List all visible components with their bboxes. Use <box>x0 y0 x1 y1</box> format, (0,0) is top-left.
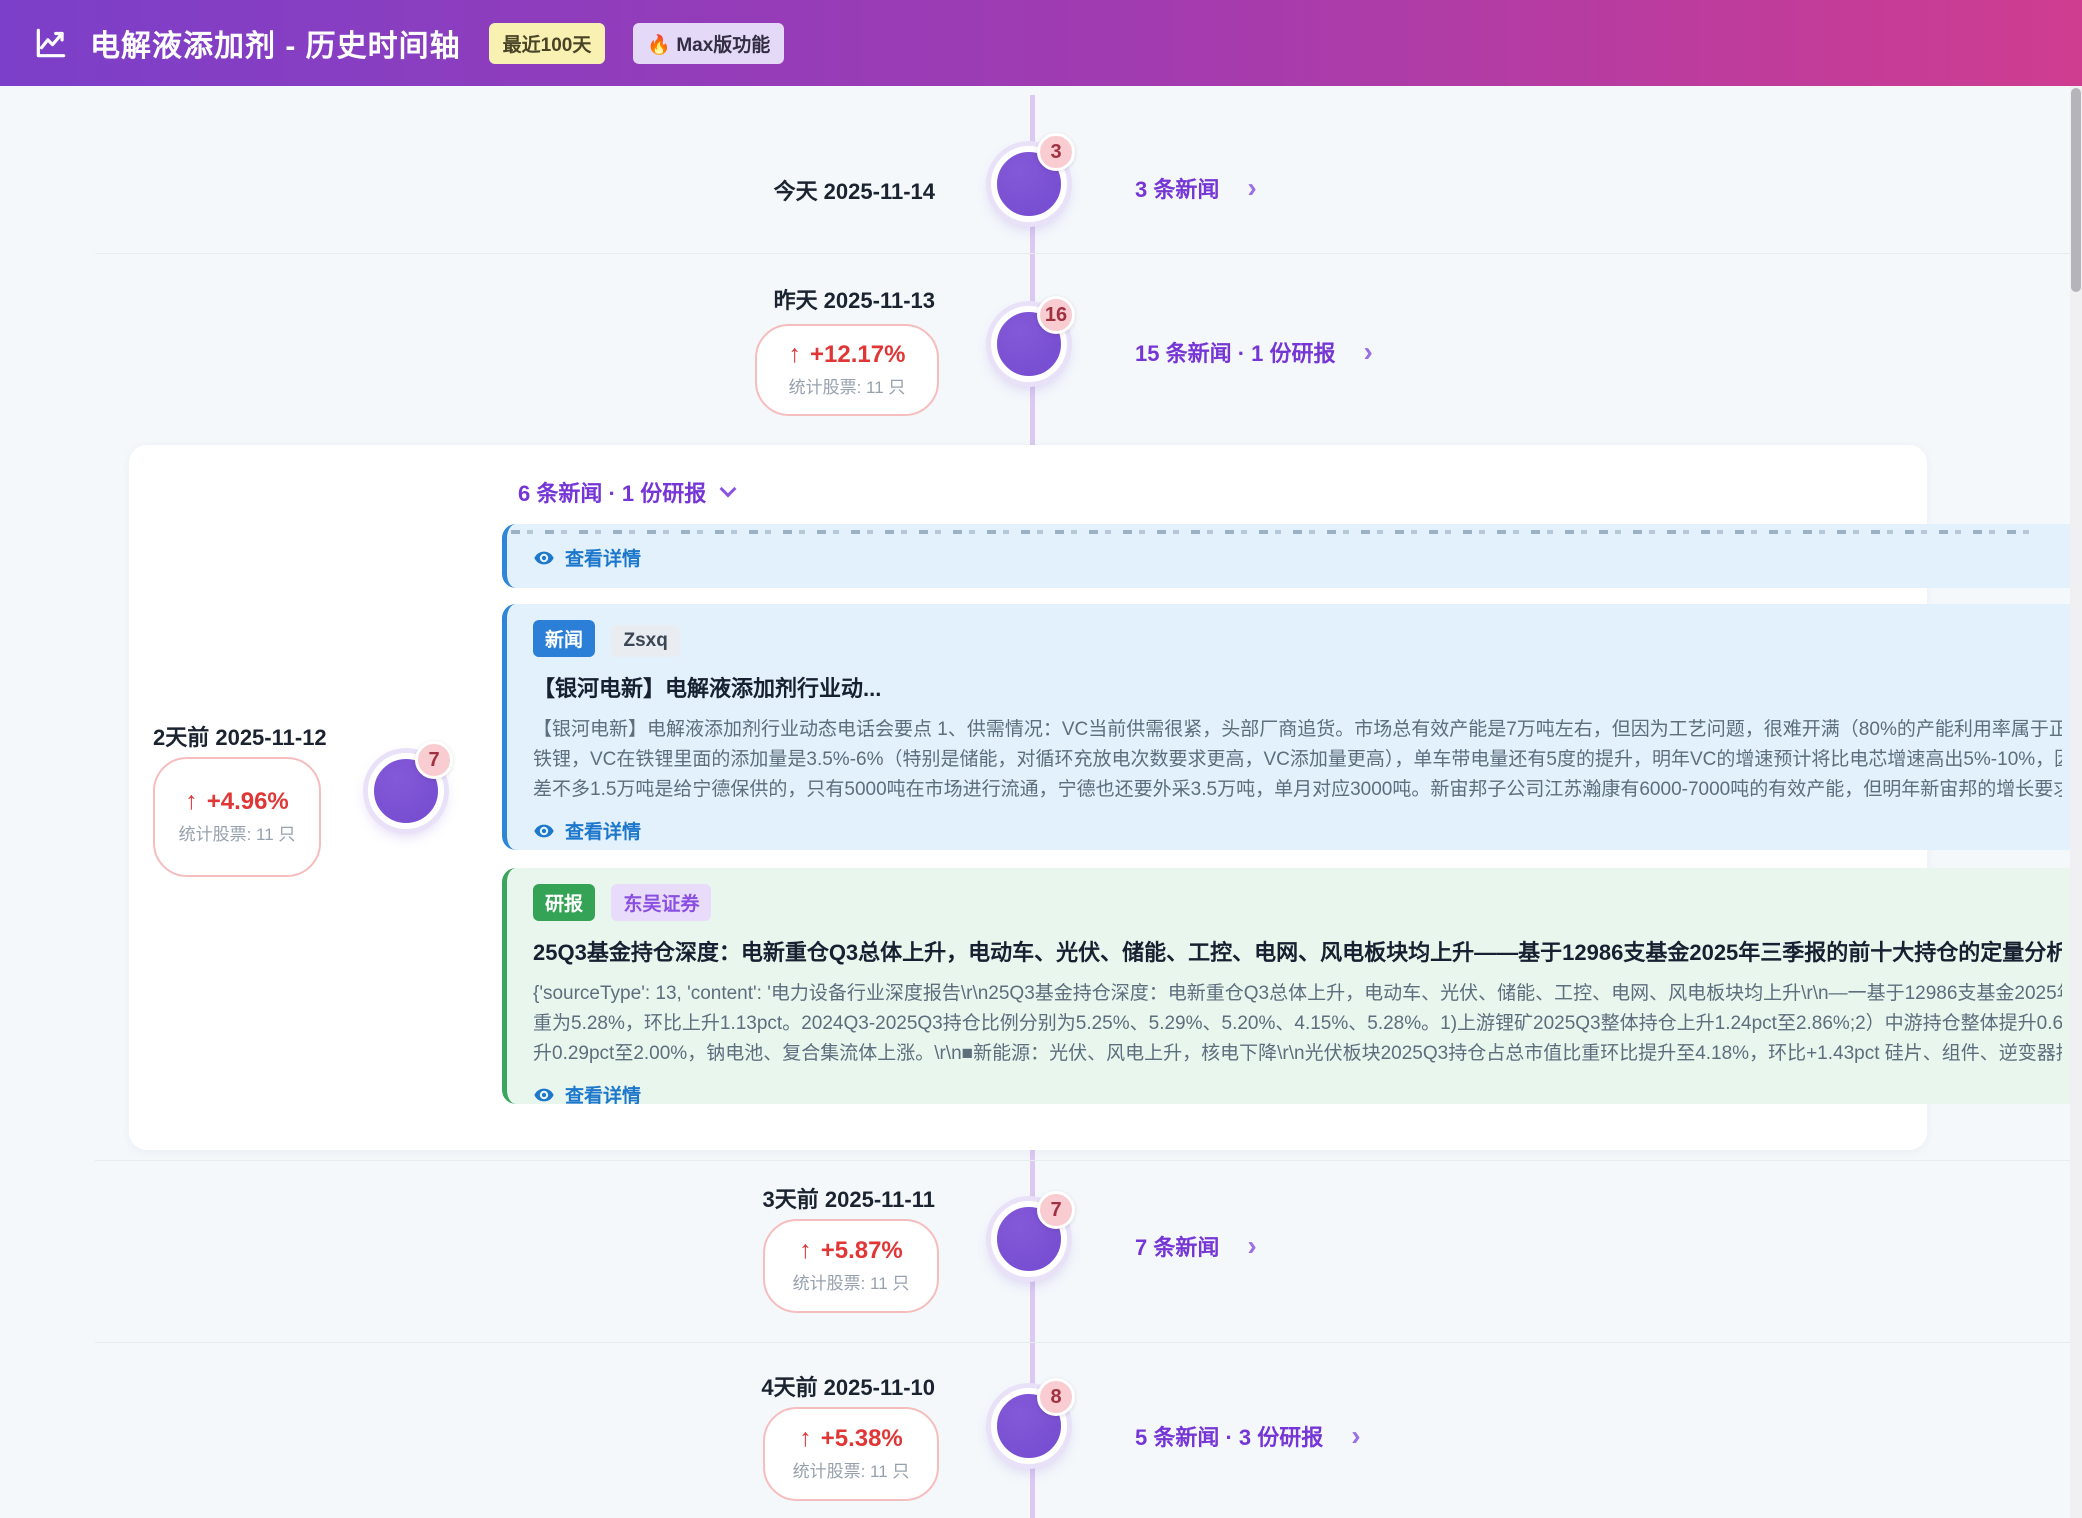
up-arrow-icon: ↑ <box>789 340 802 368</box>
card-tags: 新闻 Zsxq <box>533 620 2062 657</box>
count-badge: 3 <box>1037 133 1075 171</box>
source-badge: Zsxq <box>611 625 679 657</box>
trend-chart-icon <box>30 22 72 64</box>
expanded-summary-toggle[interactable]: 6 条新闻 · 1 份研报 <box>518 476 734 508</box>
broker-badge: 东吴证券 <box>611 884 711 921</box>
eye-icon <box>533 547 555 569</box>
view-details-link[interactable]: 查看详情 <box>533 817 2062 844</box>
entry-date: 今天 2025-11-14 <box>655 174 935 206</box>
stocks-count: 统计股票: 11 只 <box>789 376 906 400</box>
news-link[interactable]: 3 条新闻 › <box>1135 172 1257 204</box>
news-type-badge: 新闻 <box>533 620 595 657</box>
eye-icon <box>533 820 555 842</box>
clipped-text-remnant <box>511 530 2039 534</box>
change-percent: +12.17% <box>810 341 905 368</box>
change-pill: ↑ +12.17% 统计股票: 11 只 <box>755 324 939 416</box>
range-badge[interactable]: 最近100天 <box>489 23 606 64</box>
chevron-down-icon <box>720 481 737 498</box>
report-body-line: 重为5.28%，环比上升1.13pct。2024Q3-2025Q3持仓比例分别为… <box>533 1009 2062 1039</box>
news-link[interactable]: 15 条新闻 · 1 份研报 › <box>1135 336 1373 368</box>
view-details-link[interactable]: 查看详情 <box>533 1081 2062 1104</box>
chevron-right-icon: › <box>1247 177 1256 199</box>
page-title: 电解液添加剂 - 历史时间轴 <box>90 21 461 65</box>
report-card: 研报 东吴证券 25Q3基金持仓深度：电新重仓Q3总体上升，电动车、光伏、储能、… <box>502 868 2082 1104</box>
eye-icon <box>533 1084 555 1105</box>
entry-date: 3天前 2025-11-11 <box>655 1182 935 1214</box>
count-badge: 8 <box>1037 1378 1075 1416</box>
entry-date: 2天前 2025-11-12 <box>153 720 413 752</box>
stocks-count: 统计股票: 11 只 <box>179 823 296 847</box>
card-tags: 研报 东吴证券 <box>533 884 2062 921</box>
stocks-count: 统计股票: 11 只 <box>793 1460 910 1484</box>
report-body-line: {'sourceType': 13, 'content': '电力设备行业深度报… <box>533 979 2062 1009</box>
report-body-line: 升0.29pct至2.00%，钠电池、复合集流体上涨。\r\n■新能源：光伏、风… <box>533 1039 2062 1069</box>
report-title: 25Q3基金持仓深度：电新重仓Q3总体上升，电动车、光伏、储能、工控、电网、风电… <box>533 935 2062 967</box>
change-pill: ↑ +5.38% 统计股票: 11 只 <box>763 1407 939 1501</box>
news-card-clipped: 查看详情 <box>502 524 2082 588</box>
scrollbar-track[interactable] <box>2070 86 2082 1518</box>
news-body-line: 【银河电新】电解液添加剂行业动态电话会要点 1、供需情况：VC当前供需很紧，头部… <box>533 715 2062 745</box>
fire-icon: 🔥 <box>647 35 671 56</box>
news-link[interactable]: 7 条新闻 › <box>1135 1230 1257 1262</box>
change-pill: ↑ +5.87% 统计股票: 11 只 <box>763 1219 939 1313</box>
news-title: 【银河电新】电解液添加剂行业动... <box>533 671 2062 703</box>
change-pill: ↑ +4.96% 统计股票: 11 只 <box>153 757 321 877</box>
report-type-badge: 研报 <box>533 884 595 921</box>
change-percent: +5.87% <box>821 1237 903 1264</box>
up-arrow-icon: ↑ <box>799 1236 812 1264</box>
header-bar: 电解液添加剂 - 历史时间轴 最近100天 🔥 Max版功能 <box>0 0 2082 86</box>
news-link[interactable]: 5 条新闻 · 3 份研报 › <box>1135 1420 1361 1452</box>
news-body-line: 差不多1.5万吨是给宁德保供的，只有5000吨在市场进行流通，宁德也还要外采3.… <box>533 775 2062 805</box>
news-body-line: 铁锂，VC在铁锂里面的添加量是3.5%-6%（特别是储能，对循环充放电次数要求更… <box>533 745 2062 775</box>
count-badge: 7 <box>1037 1191 1075 1229</box>
count-badge: 7 <box>415 741 453 779</box>
chevron-right-icon: › <box>1363 341 1372 363</box>
chevron-right-icon: › <box>1247 1235 1256 1257</box>
entry-date: 4天前 2025-11-10 <box>655 1370 935 1402</box>
change-percent: +5.38% <box>821 1425 903 1452</box>
divider <box>95 253 2070 254</box>
entry-date: 昨天 2025-11-13 <box>655 283 935 315</box>
chevron-right-icon: › <box>1351 1425 1360 1447</box>
scrollbar-thumb[interactable] <box>2071 88 2081 292</box>
max-feature-badge: 🔥 Max版功能 <box>633 23 784 64</box>
news-card: 新闻 Zsxq 【银河电新】电解液添加剂行业动... 【银河电新】电解液添加剂行… <box>502 604 2082 850</box>
up-arrow-icon: ↑ <box>799 1424 812 1452</box>
up-arrow-icon: ↑ <box>185 787 198 815</box>
divider <box>95 1342 2070 1343</box>
view-details-link[interactable]: 查看详情 <box>533 544 2082 571</box>
divider <box>95 1160 2070 1161</box>
count-badge: 16 <box>1037 296 1075 334</box>
stocks-count: 统计股票: 11 只 <box>793 1272 910 1296</box>
change-percent: +4.96% <box>207 788 289 815</box>
